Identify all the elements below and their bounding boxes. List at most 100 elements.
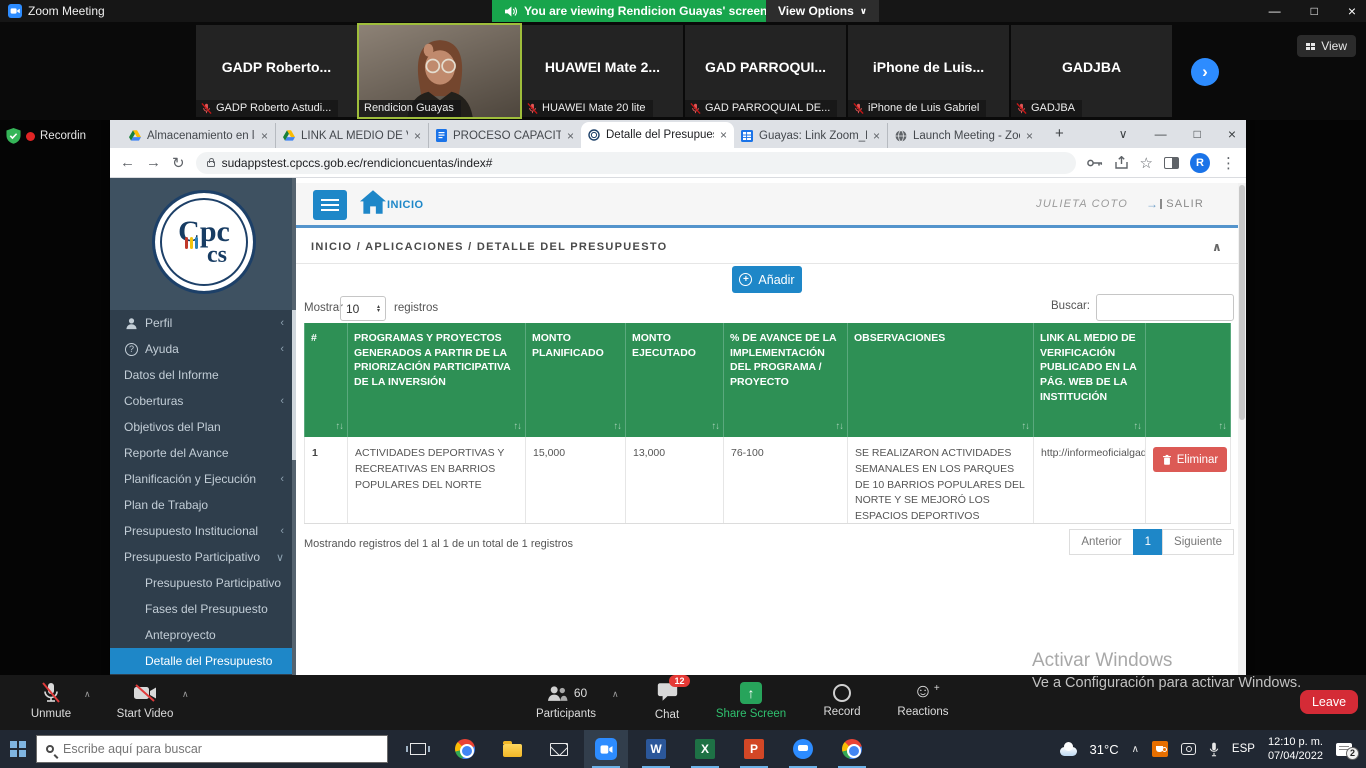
- tab-close-icon[interactable]: ×: [414, 129, 421, 143]
- browser-tab[interactable]: PROCESO CAPACITAC ×: [428, 123, 581, 148]
- taskbar-word[interactable]: W: [634, 730, 678, 768]
- browser-tab-active[interactable]: Detalle del Presupues ×: [581, 122, 734, 148]
- logout-button[interactable]: → SALIR: [1146, 197, 1204, 211]
- start-button-icon[interactable]: [10, 741, 26, 757]
- pagination-page-1[interactable]: 1: [1133, 529, 1163, 555]
- java-update-icon[interactable]: [1152, 741, 1168, 757]
- taskbar-powerpoint[interactable]: P: [732, 730, 776, 768]
- pagination-next[interactable]: Siguiente: [1162, 529, 1234, 555]
- screen-cast-icon[interactable]: [1181, 743, 1196, 755]
- column-header-actions[interactable]: ↑↓: [1146, 323, 1231, 437]
- sidebar-subitem-anteproyecto[interactable]: Anteproyecto: [110, 622, 296, 648]
- side-panel-icon[interactable]: [1164, 157, 1179, 169]
- participant-tile[interactable]: GADP Roberto... GADP Roberto Astudi...: [196, 25, 357, 117]
- clock[interactable]: 12:10 p. m. 07/04/2022: [1268, 735, 1323, 764]
- view-options-button[interactable]: View Options ∨: [766, 0, 879, 22]
- sidebar-item-planificacion-y-ejecucion[interactable]: Planificación y Ejecución ‹: [110, 466, 296, 492]
- bookmark-star-icon[interactable]: ☆: [1140, 154, 1153, 172]
- unmute-button[interactable]: Unmute: [22, 682, 80, 720]
- browser-menu-icon[interactable]: ⋮: [1221, 154, 1236, 172]
- chat-button[interactable]: 12 Chat: [642, 682, 692, 721]
- column-header-monto-planificado[interactable]: MONTO PLANIFICADO ↑↓: [526, 323, 626, 437]
- next-participants-button[interactable]: ›: [1191, 58, 1219, 86]
- add-button[interactable]: + Añadir: [732, 266, 802, 293]
- tab-close-icon[interactable]: ×: [720, 128, 727, 142]
- participants-options-chevron[interactable]: ∧: [612, 689, 619, 700]
- view-layout-button[interactable]: View: [1297, 35, 1356, 57]
- column-header-programas[interactable]: PROGRAMAS Y PROYECTOS GENERADOS A PARTIR…: [348, 323, 526, 437]
- sidebar-item-ayuda[interactable]: ? Ayuda ‹: [110, 336, 296, 362]
- sidebar-item-objetivos-del-plan[interactable]: Objetivos del Plan: [110, 414, 296, 440]
- tab-search-chevron[interactable]: ∨: [1119, 127, 1128, 141]
- browser-close-button[interactable]: ×: [1228, 126, 1236, 142]
- sidebar-item-reporte-del-avance[interactable]: Reporte del Avance: [110, 440, 296, 466]
- forward-icon[interactable]: →: [146, 154, 161, 171]
- column-header-link[interactable]: LINK AL MEDIO DE VERIFICACIÓN PUBLICADO …: [1034, 323, 1146, 437]
- taskbar-search[interactable]: [36, 735, 388, 763]
- language-indicator[interactable]: ESP: [1232, 743, 1255, 755]
- browser-maximize-button[interactable]: □: [1194, 127, 1201, 141]
- maximize-button[interactable]: □: [1311, 4, 1318, 18]
- password-key-icon[interactable]: [1087, 158, 1103, 168]
- participant-tile-active-video[interactable]: Rendicion Guayas: [359, 25, 520, 117]
- taskbar-chrome[interactable]: [443, 730, 487, 768]
- pagination-prev[interactable]: Anterior: [1069, 529, 1133, 555]
- taskbar-mail[interactable]: [537, 730, 581, 768]
- taskbar-browser[interactable]: [830, 730, 874, 768]
- sidebar-item-coberturas[interactable]: Coberturas ‹: [110, 388, 296, 414]
- column-header-num[interactable]: # ↑↓: [304, 323, 348, 437]
- user-name[interactable]: JULIETA COTO: [1036, 198, 1128, 210]
- sidebar-subitem-fases-del-presupuesto[interactable]: Fases del Presupuesto: [110, 596, 296, 622]
- column-header-avance[interactable]: % DE AVANCE DE LA IMPLEMENTACIÓN DEL PRO…: [724, 323, 848, 437]
- column-header-monto-ejecutado[interactable]: MONTO EJECUTADO ↑↓: [626, 323, 724, 437]
- participant-tile[interactable]: GADJBA GADJBA: [1011, 25, 1172, 117]
- unmute-options-chevron[interactable]: ∧: [84, 689, 91, 700]
- share-icon[interactable]: [1114, 156, 1129, 170]
- sidebar-subitem-detalle-del-presupuesto[interactable]: Detalle del Presupuesto: [110, 648, 296, 674]
- browser-tab[interactable]: Almacenamiento en la ×: [122, 123, 275, 148]
- search-input[interactable]: [1096, 294, 1234, 321]
- start-video-button[interactable]: Start Video: [112, 682, 178, 720]
- sidebar-item-perfil[interactable]: Perfil ‹: [110, 310, 296, 336]
- taskbar-chat-app[interactable]: [781, 730, 825, 768]
- taskbar-search-input[interactable]: [63, 742, 378, 756]
- participant-tile[interactable]: HUAWEI Mate 2... HUAWEI Mate 20 lite: [522, 25, 683, 117]
- tab-close-icon[interactable]: ×: [261, 129, 268, 143]
- browser-minimize-button[interactable]: —: [1155, 127, 1167, 141]
- column-header-observaciones[interactable]: OBSERVACIONES ↑↓: [848, 323, 1034, 437]
- tray-mic-icon[interactable]: [1209, 742, 1219, 757]
- sidebar-item-presupuesto-institucional[interactable]: Presupuesto Institucional ‹: [110, 518, 296, 544]
- share-screen-button[interactable]: ↑ Share Screen: [714, 682, 788, 720]
- tab-close-icon[interactable]: ×: [1026, 129, 1033, 143]
- delete-button[interactable]: Eliminar: [1153, 447, 1227, 472]
- taskbar-zoom[interactable]: [584, 730, 628, 768]
- video-options-chevron[interactable]: ∧: [182, 689, 189, 700]
- tab-close-icon[interactable]: ×: [567, 129, 574, 143]
- weather-cloud-icon[interactable]: [1060, 747, 1077, 756]
- taskbar-file-explorer[interactable]: [490, 730, 534, 768]
- back-icon[interactable]: ←: [120, 154, 135, 171]
- record-button[interactable]: Record: [816, 682, 868, 718]
- home-link[interactable]: INICIO: [360, 190, 424, 214]
- reload-icon[interactable]: ↻: [172, 154, 185, 172]
- collapse-chevron-icon[interactable]: ∧: [1212, 240, 1223, 254]
- action-center-icon[interactable]: 2: [1336, 743, 1352, 756]
- weather-temp[interactable]: 31°C: [1090, 742, 1119, 757]
- new-tab-button[interactable]: +: [1055, 125, 1064, 142]
- tab-close-icon[interactable]: ×: [873, 129, 880, 143]
- browser-tab[interactable]: LINK AL MEDIO DE VE ×: [275, 123, 428, 148]
- sidebar-subitem-presupuesto-participativo[interactable]: Presupuesto Participativo: [110, 570, 296, 596]
- sidebar-item-datos-del-informe[interactable]: Datos del Informe: [110, 362, 296, 388]
- hidden-icons-chevron[interactable]: ∧: [1132, 744, 1139, 755]
- profile-avatar[interactable]: R: [1190, 153, 1210, 173]
- participant-tile[interactable]: iPhone de Luis... iPhone de Luis Gabriel: [848, 25, 1009, 117]
- address-bar[interactable]: sudappstest.cpccs.gob.ec/rendicioncuenta…: [196, 152, 1076, 174]
- sidebar-item-plan-de-trabajo[interactable]: Plan de Trabajo: [110, 492, 296, 518]
- task-view-button[interactable]: [396, 730, 440, 768]
- browser-tab[interactable]: Launch Meeting - Zoo ×: [887, 123, 1040, 148]
- page-size-select[interactable]: 10 ▴▾: [340, 296, 386, 321]
- participants-button[interactable]: 60 Participants: [528, 682, 604, 720]
- reactions-button[interactable]: ☺+ Reactions: [892, 682, 954, 718]
- close-button[interactable]: ×: [1348, 3, 1356, 19]
- browser-tab[interactable]: Guayas: Link Zoom_P ×: [734, 123, 887, 148]
